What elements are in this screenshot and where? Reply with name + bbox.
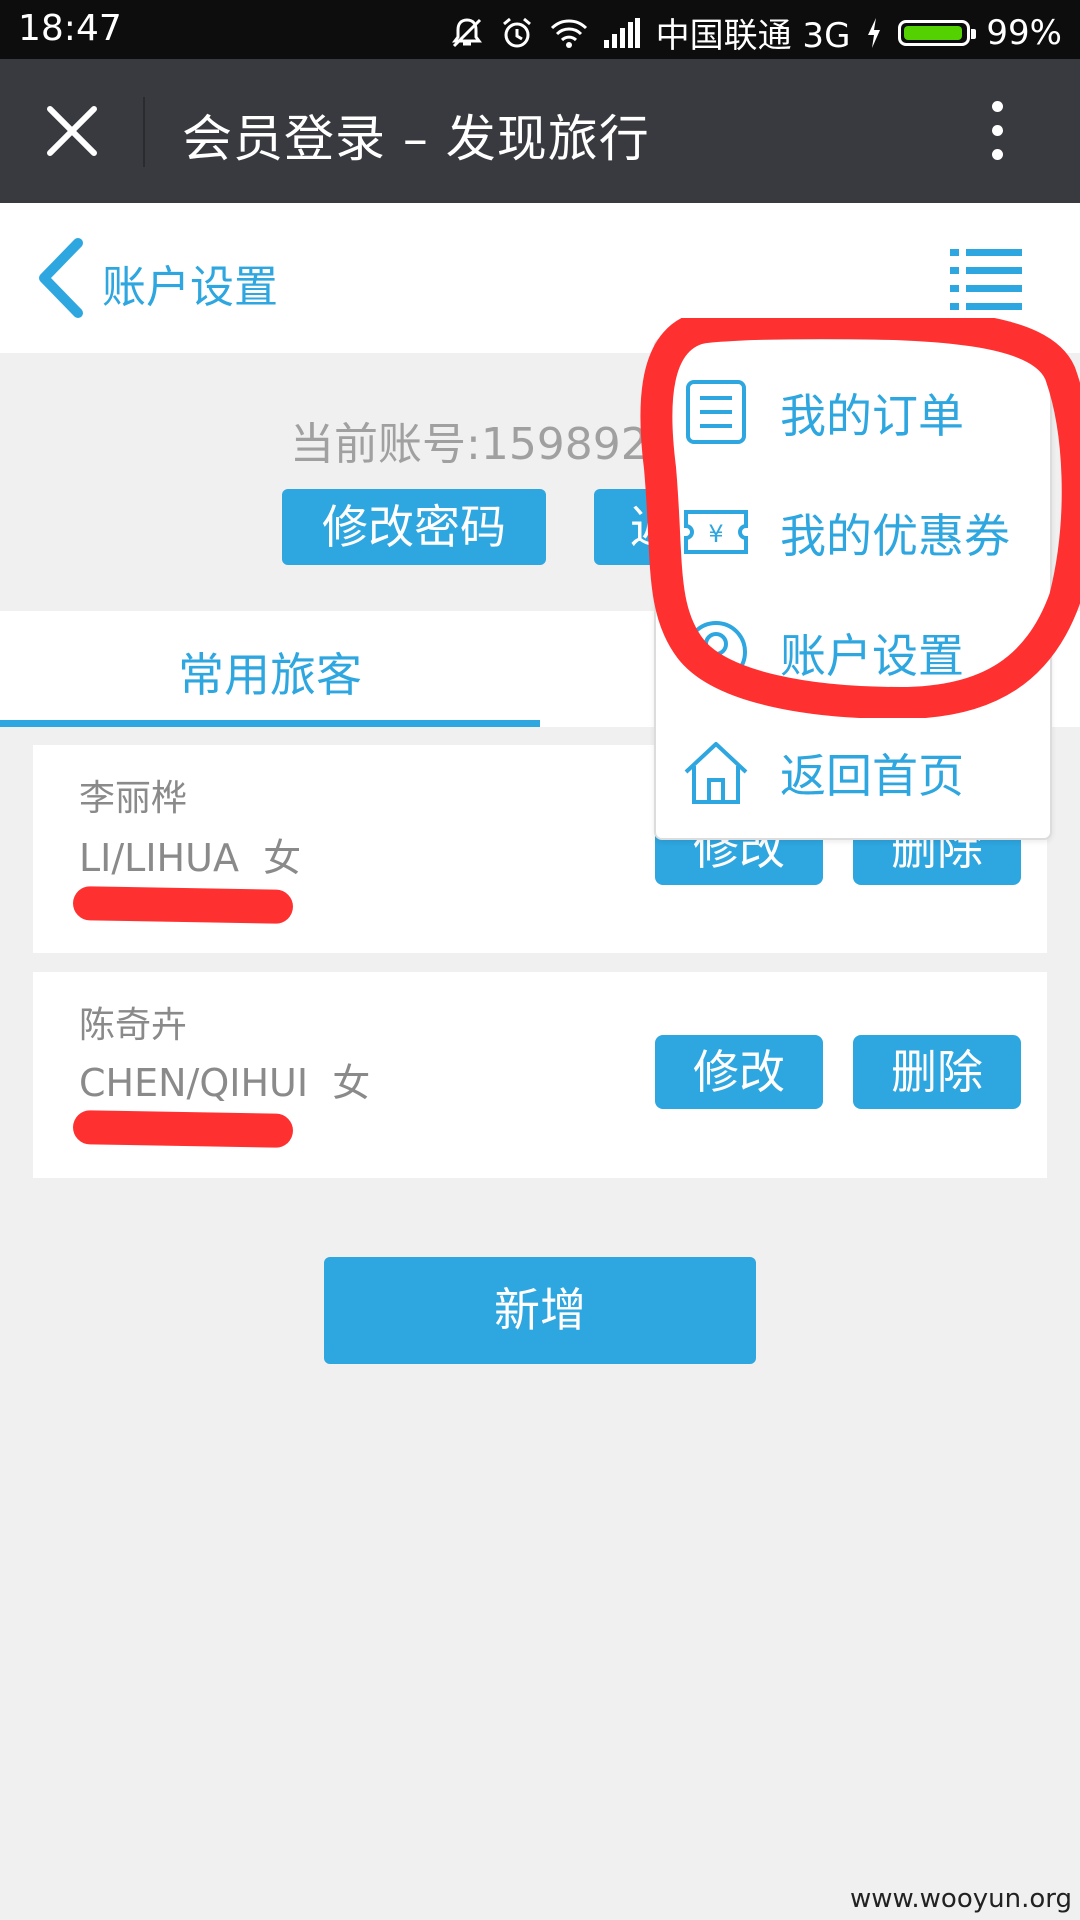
menu-item-label: 我的订单	[780, 389, 964, 443]
change-password-button[interactable]: 修改密码	[282, 489, 546, 565]
menu-item-my-orders[interactable]: 我的订单	[656, 350, 1050, 466]
tab-label: 常用旅客	[178, 648, 362, 702]
redaction-mark	[72, 1110, 294, 1148]
title-divider	[143, 97, 145, 167]
menu-item-my-coupons[interactable]: ¥ 我的优惠券	[656, 470, 1050, 586]
battery-icon	[898, 19, 977, 46]
mute-icon	[451, 17, 482, 47]
order-list-icon	[686, 380, 746, 444]
dropdown-menu: 我的订单 ¥ 我的优惠券 账户设置 返回首页	[654, 321, 1052, 840]
traveler-name: 陈奇卉	[79, 1005, 188, 1046]
wifi-icon	[550, 18, 587, 48]
status-icons: 中国联通 3G 99%	[450, 8, 1062, 57]
current-account-label: 当前账号:159892	[290, 419, 649, 470]
home-icon	[684, 742, 748, 804]
traveler-card: 陈奇卉 CHEN/QIHUI 女 修改 删除	[33, 972, 1047, 1178]
page-title: 账户设置	[102, 262, 278, 313]
page-window-title: 会员登录 – 发现旅行	[182, 110, 650, 168]
status-time: 18:47	[18, 8, 122, 49]
close-icon[interactable]	[42, 103, 102, 159]
carrier-label: 中国联通 3G	[655, 16, 851, 56]
user-account-icon	[685, 621, 747, 683]
alarm-icon	[502, 17, 531, 47]
add-traveler-button[interactable]: 新增	[324, 1257, 756, 1364]
menu-item-label: 返回首页	[780, 749, 964, 803]
tab-frequent-travelers[interactable]: 常用旅客	[0, 611, 540, 727]
signal-icon	[603, 17, 640, 48]
tab-active-indicator	[0, 720, 540, 727]
traveler-pinyin: CHEN/QIHUI 女	[79, 1061, 371, 1105]
traveler-name: 李丽桦	[79, 778, 188, 819]
battery-percent: 99%	[986, 12, 1062, 53]
svg-text:¥: ¥	[708, 520, 723, 548]
menu-item-label: 我的优惠券	[780, 509, 1010, 563]
page-header: 账户设置	[0, 203, 1080, 353]
menu-list-icon[interactable]	[950, 245, 1022, 311]
charging-icon	[868, 17, 881, 48]
watermark: www.wooyun.org	[849, 1884, 1072, 1914]
menu-item-label: 账户设置	[780, 629, 964, 683]
edit-traveler-button[interactable]: 修改	[655, 1035, 823, 1109]
menu-item-account-settings[interactable]: 账户设置	[656, 590, 1050, 706]
menu-item-home[interactable]: 返回首页	[656, 710, 1050, 826]
status-bar: 18:47 中国联通 3G 99%	[0, 0, 1080, 59]
browser-title-bar: 会员登录 – 发现旅行	[0, 59, 1080, 203]
delete-traveler-button[interactable]: 删除	[853, 1035, 1021, 1109]
coupon-icon: ¥	[684, 510, 748, 554]
back-arrow-icon[interactable]	[34, 237, 86, 319]
traveler-pinyin: LI/LIHUA 女	[79, 836, 302, 880]
redaction-mark	[72, 886, 294, 924]
more-icon[interactable]	[985, 101, 1009, 165]
